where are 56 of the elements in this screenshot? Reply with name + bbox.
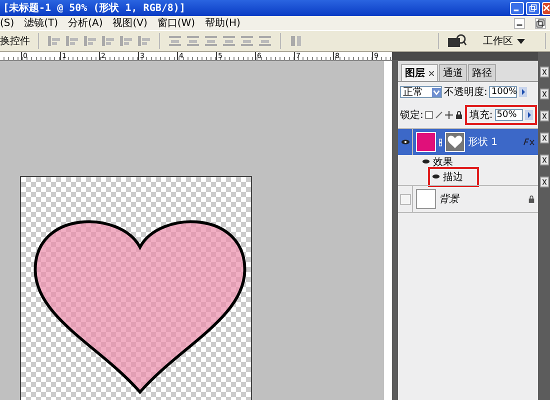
layer-row[interactable]: 背景 [398, 185, 538, 212]
workspace-button[interactable]: 工作区 [471, 34, 537, 48]
lock-transparency-icon[interactable] [425, 111, 434, 119]
effects-label: 效果 [433, 156, 453, 168]
tool-icon[interactable] [540, 176, 548, 188]
minimize-button[interactable] [510, 2, 524, 14]
eye-icon[interactable] [422, 159, 430, 164]
tool-icon[interactable] [540, 66, 548, 78]
minimize-icon[interactable] [514, 18, 525, 28]
fill-slider-icon[interactable] [524, 110, 533, 120]
caret-icon [517, 38, 525, 44]
brush-icon[interactable] [435, 111, 444, 119]
effects-icon [523, 138, 535, 146]
layer-row[interactable]: 形状 1 [398, 128, 538, 155]
opacity-field[interactable]: 100% [489, 86, 518, 98]
lock-icon[interactable] [455, 111, 464, 119]
fill-thumbnail [416, 132, 436, 152]
menu-item[interactable]: (S) [0, 18, 14, 28]
fill-label: 填充: [469, 108, 493, 122]
opacity-label: 不透明度: [444, 86, 488, 99]
fill-field[interactable]: 50% [494, 109, 523, 121]
layer-thumbnail [416, 189, 436, 209]
tool-icon[interactable] [540, 154, 548, 166]
close-icon [543, 4, 550, 12]
blend-mode-dropdown[interactable]: 正常 [400, 86, 442, 98]
layer-name: 形状 1 [468, 136, 499, 149]
layer-name: 背景 [439, 192, 461, 206]
close-button[interactable] [542, 2, 550, 14]
window-title: [未标题-1 @ 50% (形状 1, RGB/8)] [3, 2, 186, 15]
panel-tab[interactable]: 通道 [439, 64, 467, 81]
tool-icon[interactable] [540, 110, 548, 122]
menu-item[interactable]: 视图(V) [112, 16, 148, 30]
browser-icon[interactable] [447, 34, 467, 48]
move-icon[interactable] [445, 111, 454, 119]
restore-icon [529, 4, 537, 12]
restore-icon[interactable] [535, 18, 546, 28]
effect-item[interactable]: 描边 [428, 166, 479, 186]
toolbar-label[interactable]: 换控件 [0, 34, 30, 48]
opacity-slider-icon[interactable] [519, 87, 528, 97]
heart-mask-thumbnail [445, 132, 465, 152]
visibility-toggle[interactable] [400, 194, 410, 204]
menu-item[interactable]: 分析(A) [68, 16, 103, 30]
link-icon [439, 138, 442, 146]
restore-button[interactable] [526, 2, 540, 14]
tool-icon[interactable] [540, 88, 548, 100]
tool-icon[interactable] [540, 132, 548, 144]
panel-tab[interactable]: 路径 [468, 64, 496, 81]
lock-label: 锁定: [400, 108, 424, 122]
menu-item[interactable]: 窗口(W) [157, 16, 196, 30]
close-icon[interactable] [429, 70, 434, 76]
eye-icon[interactable] [432, 174, 440, 179]
menu-item[interactable]: 帮助(H) [205, 16, 240, 30]
dropdown-arrow-icon [432, 88, 441, 96]
eye-icon[interactable] [400, 139, 410, 145]
menu-item[interactable]: 滤镜(T) [24, 16, 58, 30]
panel-tab[interactable]: 图层 [401, 64, 438, 81]
